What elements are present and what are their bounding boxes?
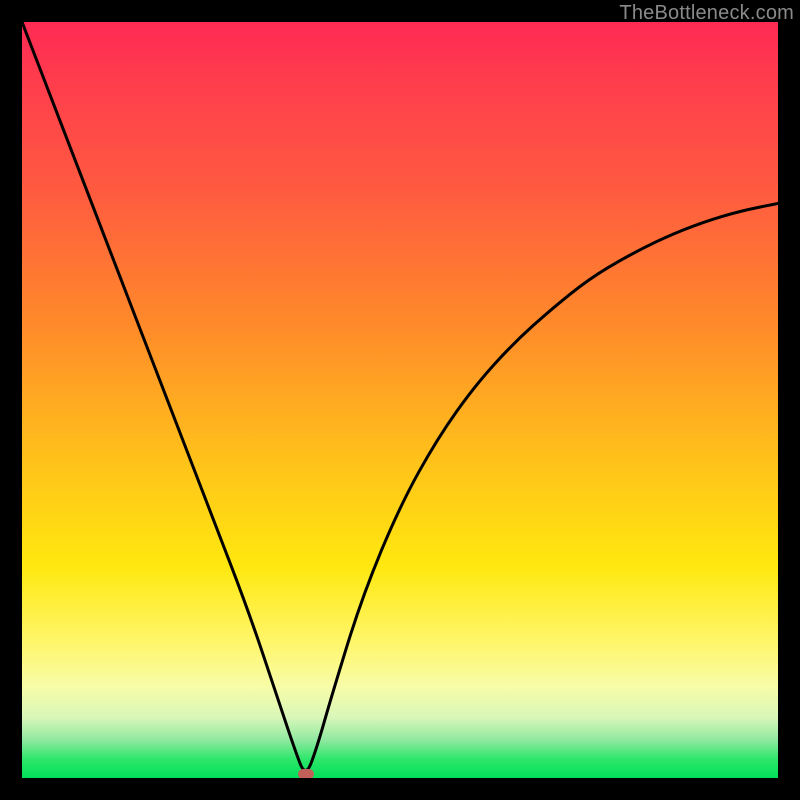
chart-frame: [22, 22, 778, 778]
optimal-point-marker: [298, 769, 314, 778]
chart-background-gradient: [22, 22, 778, 778]
